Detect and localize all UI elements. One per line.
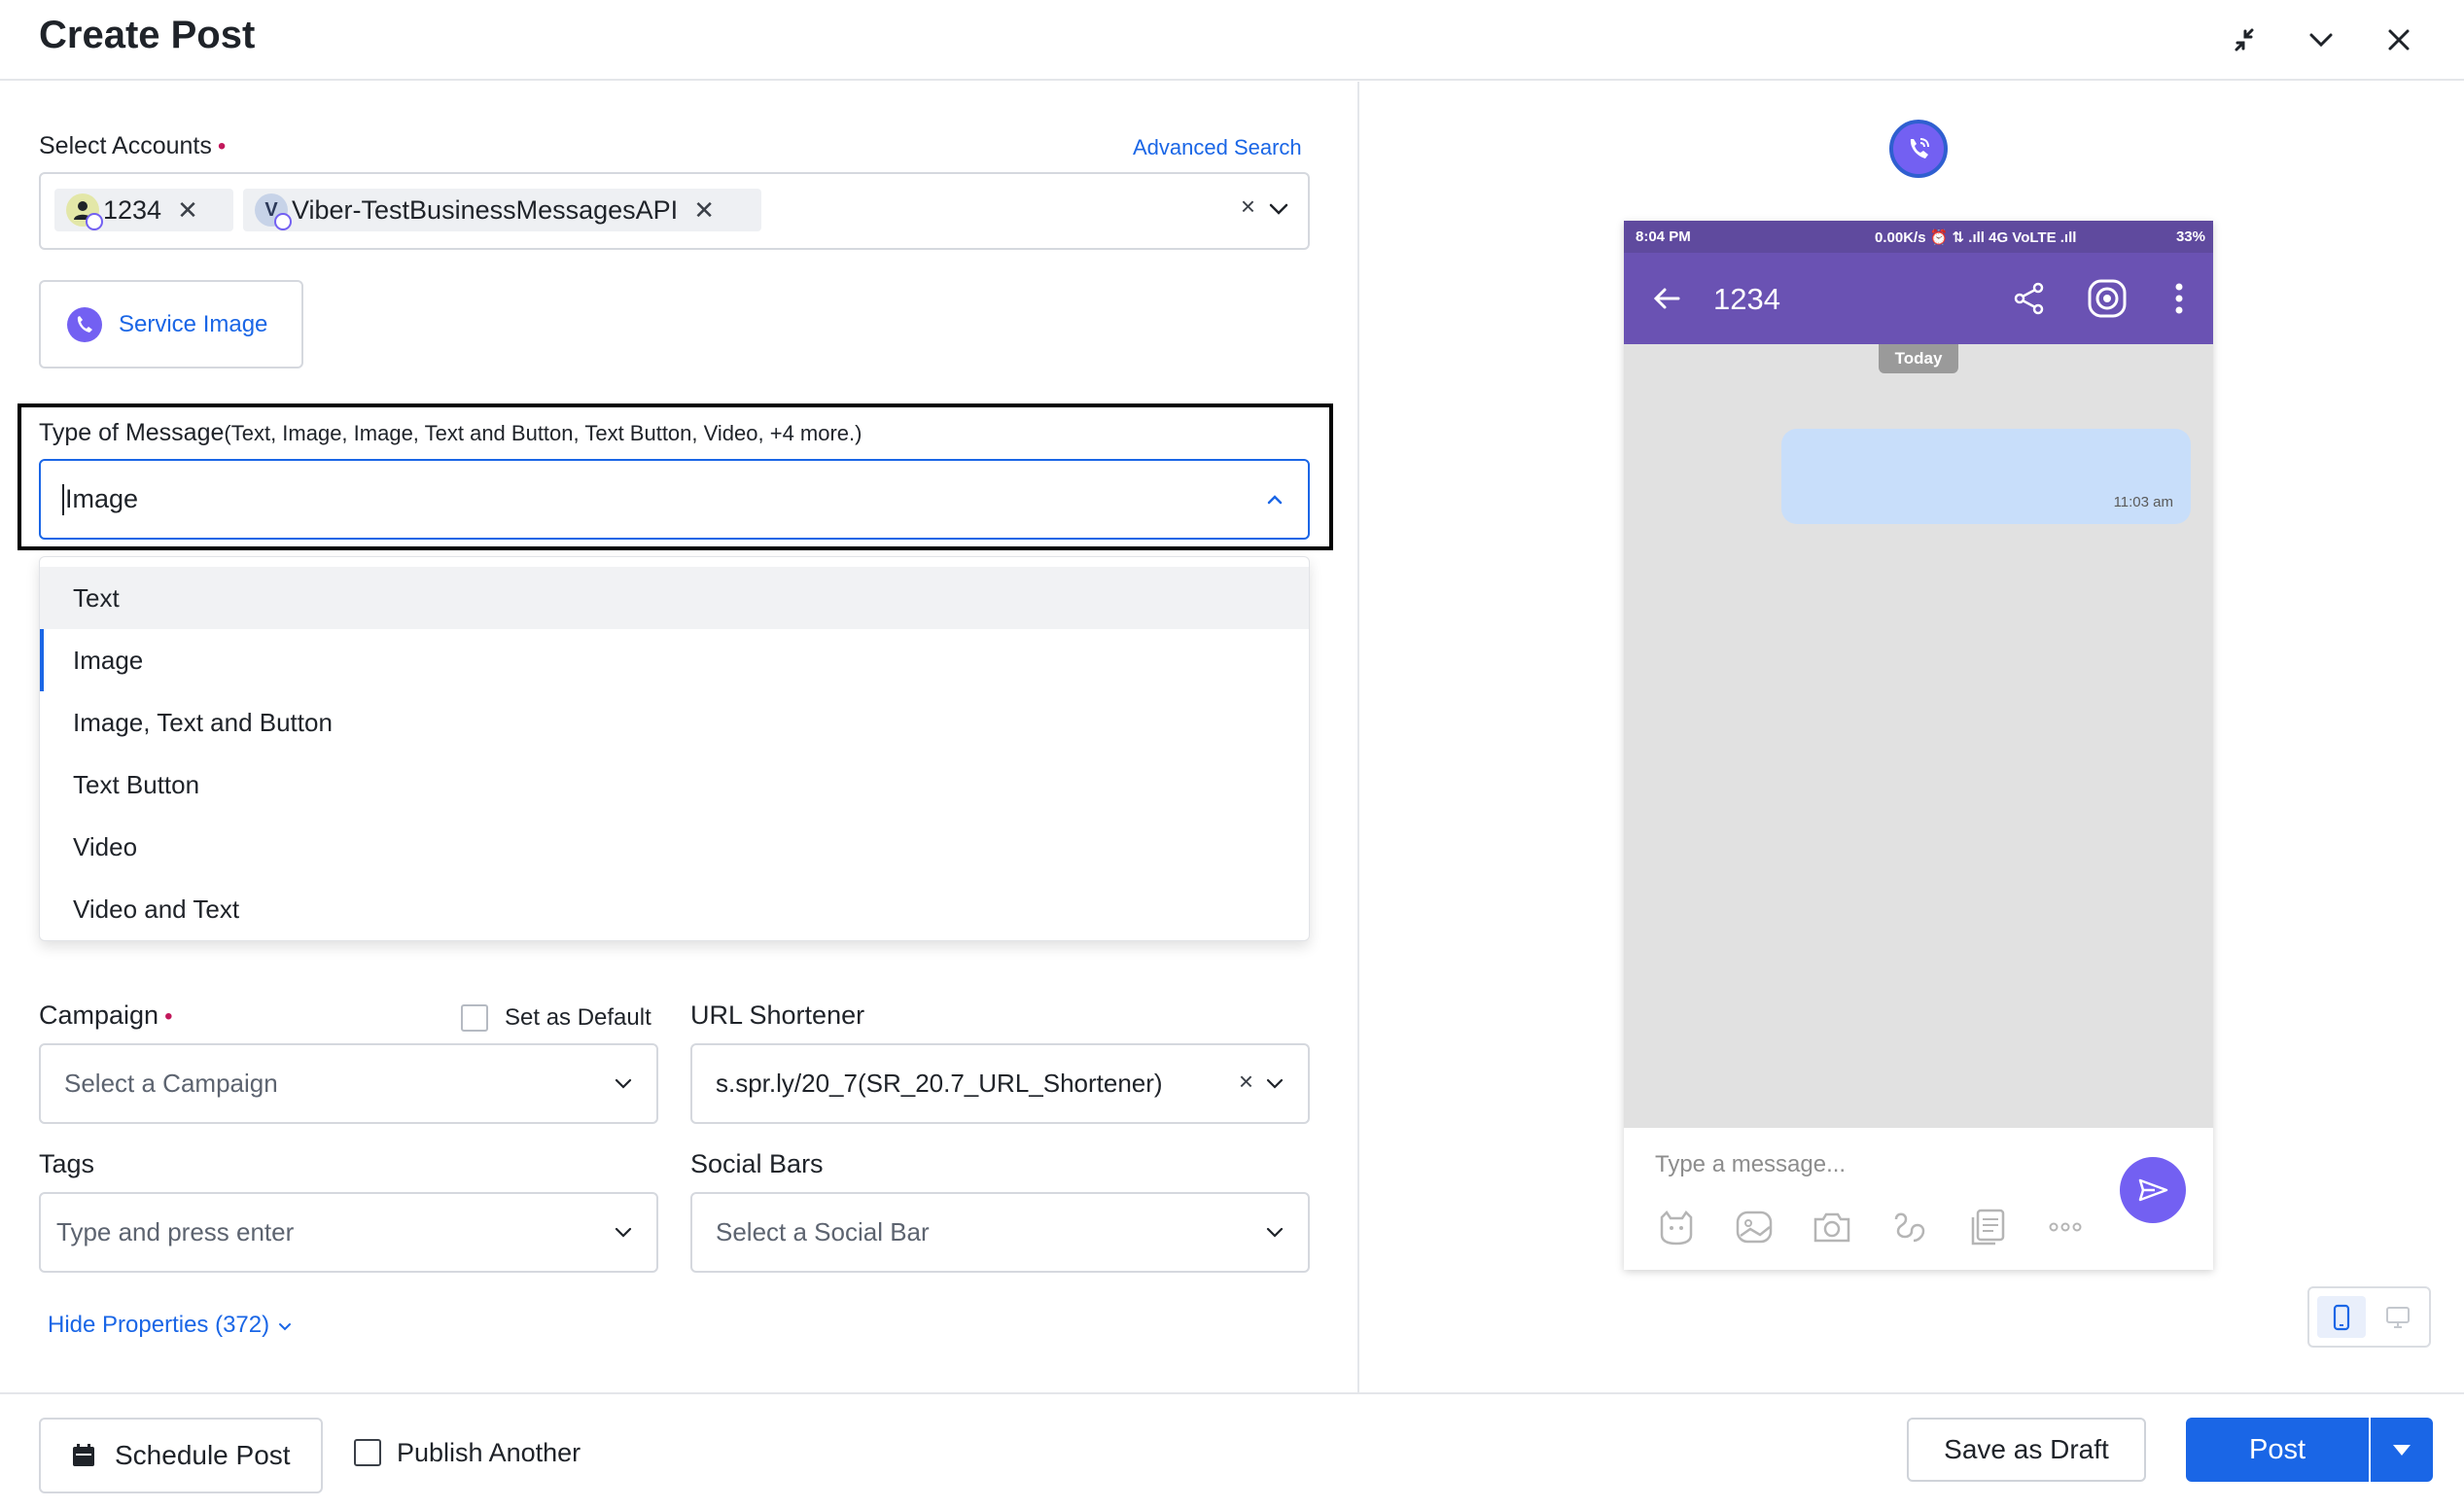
campaign-placeholder: Select a Campaign [64,1069,278,1098]
dropdown-option-video[interactable]: Video [40,816,1309,878]
status-network: 0.00K/s ⏰ ⇅ .ıll 4G VoLTE .ıll [1875,229,2077,246]
clear-url-shortener-icon[interactable]: × [1239,1067,1253,1097]
status-battery: 33% [2175,228,2205,245]
modal-header: Create Post [0,0,2464,81]
share-icon [2014,282,2044,315]
message-type-dropdown: Text Image Image, Text and Button Text B… [39,556,1310,941]
service-image-label: Service Image [119,310,268,337]
publish-another-label: Publish Another [397,1438,581,1467]
schedule-post-label: Schedule Post [115,1440,291,1470]
caret-down-icon [2393,1445,2411,1456]
sticker-icon [1660,1211,1693,1246]
accounts-select[interactable]: 1234 ✕ V Viber-TestBusinessMessagesAPI ✕… [39,172,1310,250]
dropdown-option-image[interactable]: Image [40,629,1309,691]
remove-chip-icon[interactable]: ✕ [177,195,198,226]
chevron-down-icon[interactable] [1263,193,1294,225]
hide-properties-link[interactable]: Hide Properties (372) [48,1312,294,1339]
send-button [2120,1157,2186,1223]
type-of-message-input[interactable]: Image [39,459,1310,540]
dropdown-option-video-text[interactable]: Video and Text [40,878,1309,940]
more-horizontal-icon [2049,1222,2082,1232]
chevron-down-icon [615,1227,632,1238]
social-bars-select[interactable]: Select a Social Bar [690,1192,1310,1273]
save-draft-button[interactable]: Save as Draft [1907,1418,2146,1482]
chevron-down-icon [615,1078,632,1089]
notes-icon [1971,1209,2005,1246]
date-separator: Today [1879,344,1958,373]
campaign-label: Campaign • [39,1000,173,1030]
dropdown-option-text-button[interactable]: Text Button [40,754,1309,816]
page-title: Create Post [39,14,256,56]
account-chip: 1234 ✕ [54,189,233,231]
avatar: V [255,193,292,230]
avatar [66,193,103,230]
service-image-button[interactable]: Service Image [39,280,303,368]
tags-label: Tags [39,1149,95,1178]
chat-app-bar: 1234 [1624,253,2213,344]
chat-title: 1234 [1713,282,1780,316]
social-bars-placeholder: Select a Social Bar [716,1217,930,1246]
clear-accounts-icon[interactable]: × [1241,192,1255,222]
set-default-checkbox[interactable] [461,1004,488,1032]
viber-badge-icon [274,213,292,230]
tags-placeholder: Type and press enter [56,1217,295,1246]
campaign-select[interactable]: Select a Campaign [39,1043,658,1124]
modal-footer: Schedule Post Publish Another Save as Dr… [0,1392,2464,1509]
chevron-down-icon [278,1322,291,1331]
status-time: 8:04 PM [1636,228,1691,245]
viber-icon [67,306,102,342]
url-shortener-value: s.spr.ly/20_7(SR_20.7_URL_Shortener) [716,1069,1163,1098]
phone-status-bar: 8:04 PM 0.00K/s ⏰ ⇅ .ıll 4G VoLTE .ıll 3… [1624,221,2213,253]
chevron-down-icon [1266,1078,1284,1089]
viber-logo-icon [1889,120,1948,178]
desktop-icon [2386,1306,2410,1328]
collapse-icon[interactable] [2220,16,2269,64]
camera-shutter-icon [2088,279,2127,318]
remove-chip-icon[interactable]: ✕ [693,195,715,226]
gallery-icon [1736,1211,1773,1244]
device-toggle [2307,1286,2431,1348]
tags-input[interactable]: Type and press enter [39,1192,658,1273]
composer-placeholder: Type a message... [1655,1151,1847,1177]
social-bars-label: Social Bars [690,1149,824,1178]
message-composer: Type a message... [1624,1128,2213,1270]
type-of-message-label: Type of Message(Text, Image, Image, Text… [39,419,862,446]
publish-another-checkbox[interactable] [354,1439,381,1466]
account-chip: V Viber-TestBusinessMessagesAPI ✕ [243,189,761,231]
back-arrow-icon [1653,288,1680,309]
url-shortener-label: URL Shortener [690,1000,865,1030]
post-button[interactable]: Post [2186,1418,2369,1482]
set-default-label: Set as Default [505,1004,651,1031]
more-vertical-icon [2175,283,2183,314]
dropdown-option-text[interactable]: Text [40,567,1309,629]
chevron-up-icon[interactable] [1259,484,1290,515]
chevron-down-icon[interactable] [2297,16,2345,64]
column-divider [1357,82,1359,1394]
desktop-view-button[interactable] [2374,1296,2422,1338]
calendar-icon [73,1444,94,1466]
mobile-view-button[interactable] [2317,1296,2366,1338]
type-of-message-value: Image [65,484,139,513]
viber-badge-icon [86,213,103,230]
text-caret [62,483,64,515]
close-icon[interactable] [2375,16,2423,64]
chevron-down-icon [1266,1227,1284,1238]
phone-preview: 8:04 PM 0.00K/s ⏰ ⇅ .ıll 4G VoLTE .ıll 3… [1624,221,2213,1270]
post-options-button[interactable] [2371,1418,2433,1482]
message-time: 11:03 am [2113,494,2173,510]
schedule-post-button[interactable]: Schedule Post [39,1418,323,1493]
message-bubble: 11:03 am [1781,429,2191,524]
select-accounts-label: Select Accounts • [39,132,227,159]
dropdown-option-image-text-button[interactable]: Image, Text and Button [40,691,1309,754]
account-chip-label: Viber-TestBusinessMessagesAPI [292,194,679,225]
account-chip-label: 1234 [103,194,162,225]
doodle-icon [1894,1212,1925,1243]
advanced-search-link[interactable]: Advanced Search [1133,135,1302,160]
camera-icon [1813,1212,1850,1243]
send-icon [2138,1178,2168,1202]
url-shortener-select[interactable]: s.spr.ly/20_7(SR_20.7_URL_Shortener) × [690,1043,1310,1124]
post-form: Select Accounts • Advanced Search 1234 ✕ … [0,82,1357,1392]
mobile-icon [2333,1304,2350,1330]
